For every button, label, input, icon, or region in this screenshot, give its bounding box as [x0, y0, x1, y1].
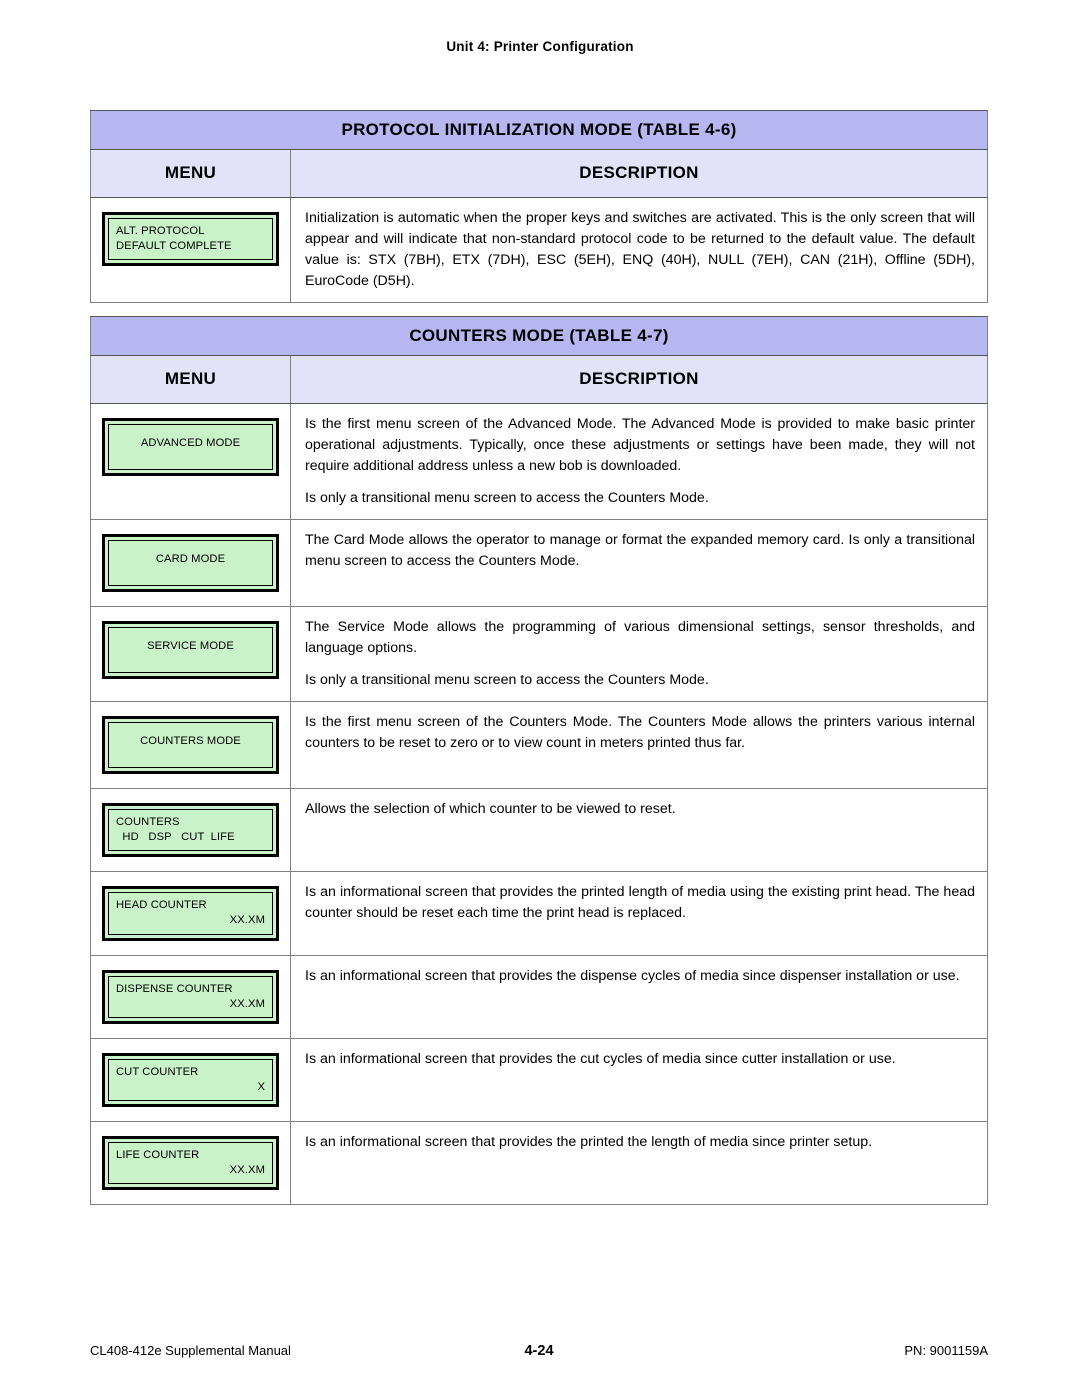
lcd-line: COUNTERS [116, 816, 180, 829]
counters-mode-table: COUNTERS MODE (TABLE 4-7) MENU DESCRIPTI… [90, 316, 988, 1206]
table-row: DISPENSE COUNTER XX.XM Is an information… [90, 954, 988, 1039]
lcd-screen-inner: COUNTERS MODE [108, 722, 273, 769]
description-cell: The Card Mode allows the operator to man… [290, 519, 988, 608]
description-paragraph: Is an informational screen that provides… [305, 884, 975, 922]
lcd-screen-inner: COUNTERS HD DSP CUT LIFE [108, 809, 273, 852]
lcd-value: XX.XM [229, 1164, 265, 1177]
table-row: COUNTERS MODE Is the first menu screen o… [90, 701, 988, 790]
description-cell: Allows the selection of which counter to… [290, 788, 988, 873]
table-row: HEAD COUNTER XX.XM Is an informational s… [90, 871, 988, 956]
column-header-description: DESCRIPTION [290, 149, 988, 198]
column-header-menu: MENU [90, 355, 291, 404]
description-cell: Is an informational screen that provides… [290, 1120, 988, 1206]
menu-cell: COUNTERS MODE [90, 701, 291, 790]
menu-cell: LIFE COUNTER XX.XM [90, 1120, 291, 1206]
lcd-screen: HEAD COUNTER XX.XM [102, 886, 279, 941]
table-row: SERVICE MODE The Service Mode allows the… [90, 606, 988, 703]
lcd-screen: CARD MODE [102, 534, 279, 593]
column-header-description: DESCRIPTION [290, 355, 988, 404]
document-page: Unit 4: Printer Configuration PROTOCOL I… [0, 0, 1080, 1397]
lcd-screen: ADVANCED MODE [102, 418, 279, 476]
lcd-line: ADVANCED MODE [140, 437, 241, 449]
table-column-header-row: MENU DESCRIPTION [90, 149, 988, 198]
description-paragraph: Is only a transitional menu screen to ac… [305, 490, 709, 507]
lcd-screen: CUT COUNTER X [102, 1052, 279, 1107]
menu-cell: ADVANCED MODE [90, 402, 291, 521]
table-title: PROTOCOL INITIALIZATION MODE (TABLE 4-6) [90, 110, 988, 150]
table-title: COUNTERS MODE (TABLE 4-7) [90, 316, 988, 356]
lcd-screen: SERVICE MODE [102, 621, 279, 680]
footer-part-number: PN: 9001159A [904, 1343, 988, 1358]
lcd-screen-inner: SERVICE MODE [108, 627, 273, 674]
lcd-value: XX.XM [229, 914, 265, 927]
table-row: COUNTERS HD DSP CUT LIFE Allows the sele… [90, 788, 988, 873]
footer-manual-name: CL408-412e Supplemental Manual [90, 1343, 291, 1358]
description-cell: Is an informational screen that provides… [290, 1037, 988, 1122]
lcd-value: XX.XM [229, 997, 265, 1010]
lcd-screen-inner: ADVANCED MODE [108, 424, 273, 470]
page-footer: CL408-412e Supplemental Manual 4-24 PN: … [90, 1343, 988, 1359]
description-cell: The Service Mode allows the programming … [290, 606, 988, 703]
lcd-value: X [257, 1080, 265, 1093]
description-cell: Is an informational screen that provides… [290, 954, 988, 1039]
lcd-line: DEFAULT COMPLETE [116, 240, 232, 253]
description-paragraph: Is an informational screen that provides… [305, 967, 960, 984]
description-paragraph: The Service Mode allows the programming … [305, 619, 975, 657]
menu-cell: HEAD COUNTER XX.XM [90, 871, 291, 956]
lcd-line: ALT. PROTOCOL [116, 225, 205, 237]
table-row: ALT. PROTOCOL DEFAULT COMPLETE Initializ… [90, 196, 988, 304]
lcd-screen: DISPENSE COUNTER XX.XM [102, 969, 279, 1024]
menu-cell: CUT COUNTER X [90, 1037, 291, 1122]
menu-cell: ALT. PROTOCOL DEFAULT COMPLETE [90, 196, 291, 304]
lcd-screen: LIFE COUNTER XX.XM [102, 1135, 279, 1191]
table-row: CARD MODE The Card Mode allows the opera… [90, 519, 988, 608]
running-header: Unit 4: Printer Configuration [446, 39, 634, 54]
table-row: CUT COUNTER X Is an informational screen… [90, 1037, 988, 1122]
menu-cell: SERVICE MODE [90, 606, 291, 703]
lcd-line: DISPENSE COUNTER [116, 982, 233, 995]
table-title-row: COUNTERS MODE (TABLE 4-7) [90, 316, 988, 356]
menu-cell: CARD MODE [90, 519, 291, 608]
description-paragraph: The Card Mode allows the operator to man… [305, 532, 975, 570]
lcd-line: HD DSP CUT LIFE [116, 831, 235, 844]
protocol-initialization-mode-table: PROTOCOL INITIALIZATION MODE (TABLE 4-6)… [90, 110, 988, 304]
description-paragraph: Allows the selection of which counter to… [305, 801, 676, 818]
description-cell: Is the first menu screen of the Counters… [290, 701, 988, 790]
column-header-menu: MENU [90, 149, 291, 198]
lcd-screen: COUNTERS MODE [102, 716, 279, 775]
lcd-screen: ALT. PROTOCOL DEFAULT COMPLETE [102, 212, 279, 267]
lcd-screen-inner: DISPENSE COUNTER XX.XM [108, 975, 273, 1018]
lcd-screen-inner: LIFE COUNTER XX.XM [108, 1141, 273, 1185]
description-paragraph: Is an informational screen that provides… [305, 1050, 896, 1067]
description-cell: Initialization is automatic when the pro… [290, 196, 988, 304]
lcd-line: CUT COUNTER [116, 1065, 199, 1078]
lcd-screen-inner: ALT. PROTOCOL DEFAULT COMPLETE [108, 218, 273, 261]
table-title-row: PROTOCOL INITIALIZATION MODE (TABLE 4-6) [90, 110, 988, 150]
lcd-screen-inner: CARD MODE [108, 540, 273, 587]
description-paragraph: Initialization is automatic when the pro… [305, 210, 975, 290]
table-row: ADVANCED MODE Is the first menu screen o… [90, 402, 988, 521]
menu-cell: DISPENSE COUNTER XX.XM [90, 954, 291, 1039]
lcd-screen-inner: CUT COUNTER X [108, 1058, 273, 1101]
lcd-screen: COUNTERS HD DSP CUT LIFE [102, 803, 279, 858]
footer-page-number: 4-24 [524, 1343, 554, 1359]
lcd-screen-inner: HEAD COUNTER XX.XM [108, 892, 273, 935]
lcd-line: COUNTERS MODE [140, 735, 241, 748]
lcd-line: HEAD COUNTER [116, 899, 207, 912]
menu-cell: COUNTERS HD DSP CUT LIFE [90, 788, 291, 873]
lcd-line: LIFE COUNTER [116, 1148, 200, 1161]
description-cell: Is an informational screen that provides… [290, 871, 988, 956]
description-cell: Is the first menu screen of the Advanced… [290, 402, 988, 521]
description-paragraph: Is an informational screen that provides… [305, 1133, 873, 1150]
table-row: LIFE COUNTER XX.XM Is an informational s… [90, 1120, 988, 1206]
table-column-header-row: MENU DESCRIPTION [90, 355, 988, 404]
lcd-line: SERVICE MODE [147, 640, 234, 653]
description-paragraph: Is only a transitional menu screen to ac… [305, 672, 709, 689]
lcd-line: CARD MODE [155, 553, 226, 566]
description-paragraph: Is the first menu screen of the Advanced… [305, 416, 975, 475]
description-paragraph: Is the first menu screen of the Counters… [305, 714, 975, 752]
